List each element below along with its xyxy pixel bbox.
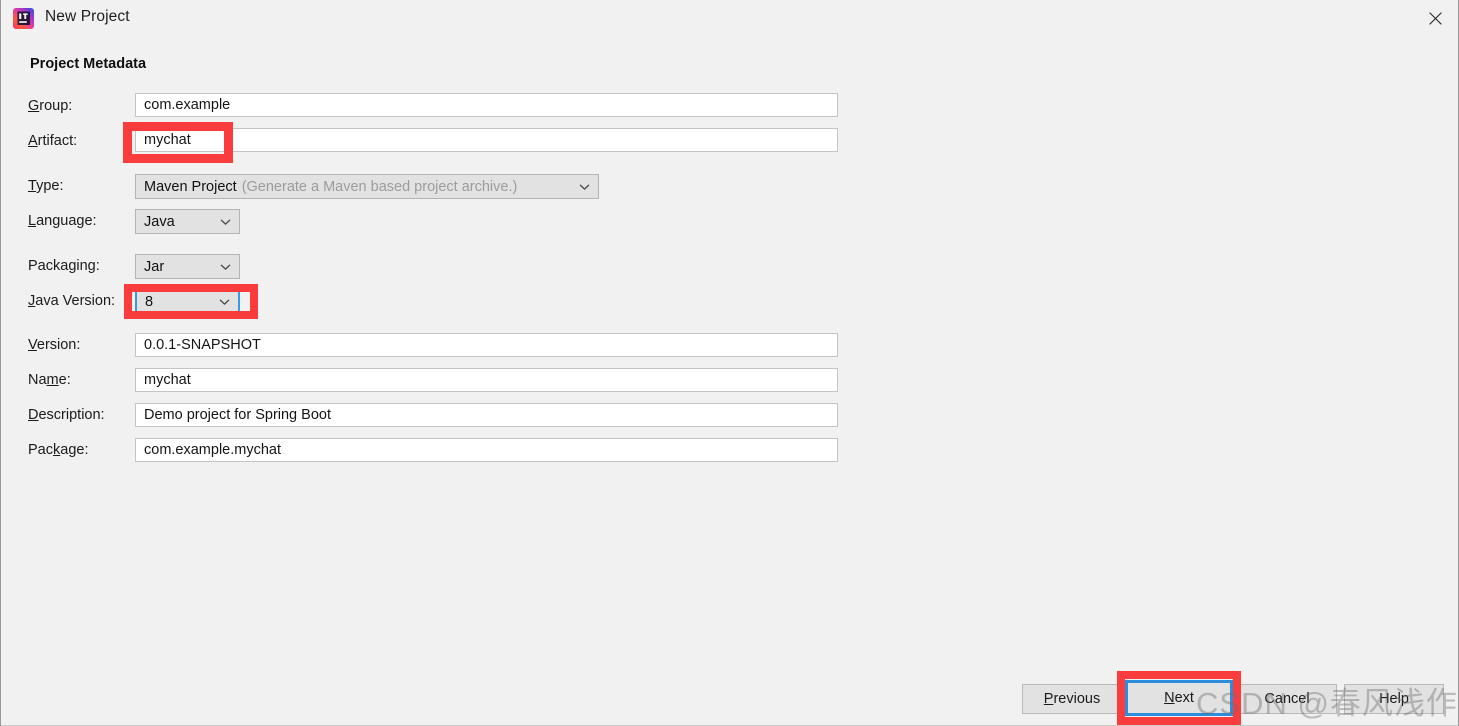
intellij-idea-icon: [12, 7, 35, 30]
label-group: Group:: [28, 98, 73, 114]
label-name: Name:: [28, 372, 71, 388]
description-input[interactable]: [135, 403, 838, 427]
label-type: Type:: [28, 178, 64, 194]
label-package: Package:: [28, 442, 89, 458]
cancel-button[interactable]: Cancel: [1237, 684, 1337, 714]
name-input[interactable]: [135, 368, 838, 392]
window-title: New Project: [45, 8, 130, 25]
packaging-combo[interactable]: Jar: [135, 254, 240, 279]
type-combo-value: Maven Project: [144, 178, 237, 195]
page-title: Project Metadata: [30, 56, 147, 72]
chevron-down-icon: [579, 183, 590, 190]
type-combo[interactable]: Maven Project (Generate a Maven based pr…: [135, 174, 599, 199]
title-bar: New Project: [1, 0, 1458, 37]
label-artifact: Artifact:: [28, 133, 78, 149]
artifact-input[interactable]: [135, 128, 838, 152]
close-icon[interactable]: [1412, 0, 1458, 36]
language-combo[interactable]: Java: [135, 209, 240, 234]
chevron-down-icon: [219, 298, 230, 305]
group-input[interactable]: [135, 93, 838, 117]
type-combo-hint: (Generate a Maven based project archive.…: [241, 178, 518, 195]
java-version-combo-value: 8: [145, 293, 154, 310]
chevron-down-icon: [220, 263, 231, 270]
chevron-down-icon: [220, 218, 231, 225]
label-java-version: Java Version:: [28, 293, 116, 309]
version-input[interactable]: [135, 333, 838, 357]
label-language: Language:: [28, 213, 97, 229]
packaging-combo-value: Jar: [144, 258, 165, 275]
label-packaging: Packaging:: [28, 258, 100, 274]
java-version-combo[interactable]: 8: [135, 289, 240, 314]
label-description: Description:: [28, 407, 105, 423]
language-combo-value: Java: [144, 213, 175, 230]
package-input[interactable]: [135, 438, 838, 462]
previous-button[interactable]: Previous: [1022, 684, 1122, 714]
help-button[interactable]: Help: [1344, 684, 1444, 714]
cancel-button-label: Cancel: [1264, 691, 1310, 707]
label-version: Version:: [28, 337, 81, 353]
help-button-label: Help: [1379, 691, 1409, 707]
next-button[interactable]: Next: [1125, 680, 1233, 716]
new-project-dialog: New Project Project Metadata Group: Arti…: [0, 0, 1459, 726]
